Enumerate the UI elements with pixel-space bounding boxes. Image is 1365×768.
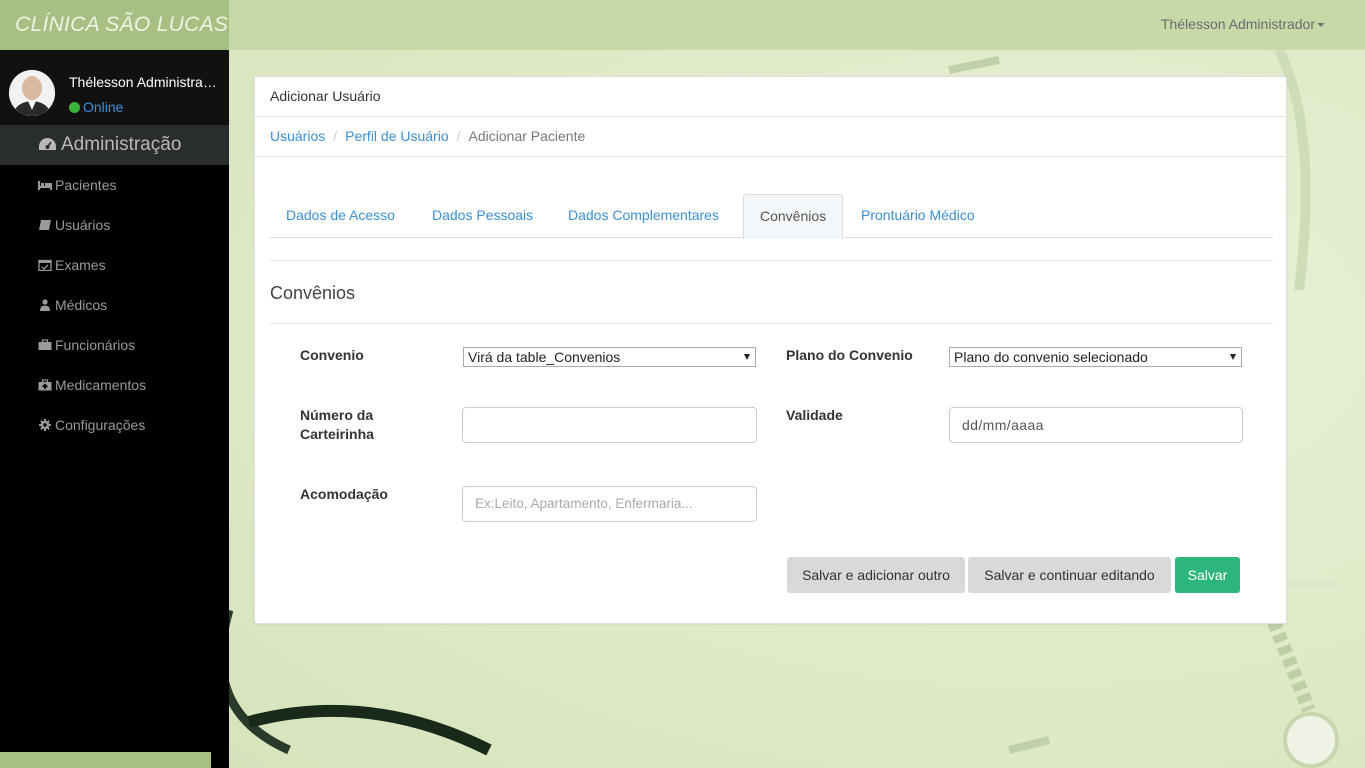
sidebar-item-configuracoes[interactable]: Configurações bbox=[0, 405, 229, 445]
sidebar-item-pacientes[interactable]: Pacientes bbox=[0, 165, 229, 205]
tab-prontuario-medico[interactable]: Prontuário Médico bbox=[845, 194, 991, 238]
sidebar: Thélesson Administrador Online Administr… bbox=[0, 50, 229, 768]
sidebar-item-funcionarios[interactable]: Funcionários bbox=[0, 325, 229, 365]
breadcrumb: Usuários / Perfil de Usuário / Adicionar Pac… bbox=[255, 117, 1286, 157]
sidebar-item-usuarios[interactable]: Usuários bbox=[0, 205, 229, 245]
save-button[interactable]: Salvar bbox=[1175, 557, 1240, 593]
select-arrow-icon bbox=[1230, 354, 1236, 360]
profile-name: Thélesson Administrador bbox=[69, 74, 219, 90]
sidebar-section-label: Administração bbox=[61, 134, 182, 155]
acomodacao-label: Acomodação bbox=[300, 486, 388, 502]
sidebar-item-label: Exames bbox=[55, 257, 106, 273]
sidebar-section-administracao[interactable]: Administração bbox=[0, 125, 229, 165]
sidebar-item-label: Medicamentos bbox=[55, 377, 147, 393]
user-menu-dropdown[interactable]: Thélesson Administrador bbox=[1161, 16, 1325, 32]
save-and-add-button[interactable]: Salvar e adicionar outro bbox=[787, 557, 965, 593]
plano-convenio-select[interactable]: Plano do convenio selecionado bbox=[949, 347, 1242, 367]
breadcrumb-separator: / bbox=[333, 128, 338, 144]
status-dot-icon bbox=[69, 102, 80, 113]
add-user-card: Adicionar Usuário Usuários / Perfil de Usu… bbox=[254, 76, 1287, 624]
breadcrumb-separator: / bbox=[456, 128, 461, 144]
gear-icon bbox=[39, 419, 51, 431]
breadcrumb-usuarios[interactable]: Usuários bbox=[270, 128, 325, 144]
save-and-continue-button[interactable]: Salvar e continuar editando bbox=[968, 557, 1171, 593]
breadcrumb-current: Adicionar Paciente bbox=[468, 128, 586, 144]
convenio-select-value: Virá da table_Convenios bbox=[468, 349, 621, 365]
user-profile-panel: Thélesson Administrador Online bbox=[0, 50, 229, 125]
divider bbox=[270, 323, 1273, 324]
medkit-icon bbox=[38, 379, 52, 391]
numero-carteirinha-input[interactable] bbox=[462, 407, 757, 443]
avatar bbox=[9, 70, 55, 116]
caret-down-icon bbox=[1317, 23, 1325, 28]
tab-dados-pessoais[interactable]: Dados Pessoais bbox=[416, 194, 549, 238]
bed-icon bbox=[38, 181, 52, 190]
convenio-select[interactable]: Virá da table_Convenios bbox=[463, 347, 756, 367]
brand-logo[interactable]: CLÍNICA SÃO LUCAS bbox=[0, 0, 229, 50]
sidebar-nav: Pacientes Usuários Exames Médicos Funcio… bbox=[0, 165, 229, 445]
section-title: Convênios bbox=[270, 283, 356, 303]
card-title: Adicionar Usuário bbox=[255, 77, 1286, 117]
numero-carteirinha-label: Número da Carteirinha bbox=[300, 406, 374, 444]
form-tabs: Dados de Acesso Dados Pessoais Dados Com… bbox=[270, 194, 1273, 239]
sidebar-item-label: Usuários bbox=[55, 217, 111, 233]
sidebar-item-medicos[interactable]: Médicos bbox=[0, 285, 229, 325]
top-navbar: Thélesson Administrador bbox=[229, 0, 1365, 50]
user-md-icon bbox=[40, 299, 50, 311]
validade-label: Validade bbox=[786, 407, 843, 423]
numero-label-line1: Número da bbox=[300, 407, 374, 423]
divider bbox=[270, 260, 1273, 261]
tab-dados-complementares[interactable]: Dados Complementares bbox=[552, 194, 735, 238]
plano-convenio-label: Plano do Convenio bbox=[786, 347, 913, 363]
dashboard-icon bbox=[39, 138, 56, 150]
status-label: Online bbox=[83, 99, 124, 115]
breadcrumb-perfil-usuario[interactable]: Perfil de Usuário bbox=[345, 128, 449, 144]
sidebar-item-label: Configurações bbox=[55, 417, 146, 433]
sidebar-item-label: Funcionários bbox=[55, 337, 136, 353]
numero-label-line2: Carteirinha bbox=[300, 426, 374, 442]
online-status: Online bbox=[69, 99, 123, 115]
tab-dados-acesso[interactable]: Dados de Acesso bbox=[270, 194, 411, 238]
convenio-label: Convenio bbox=[300, 347, 364, 363]
book-icon bbox=[39, 220, 51, 230]
sidebar-item-label: Pacientes bbox=[55, 177, 117, 193]
sidebar-item-exames[interactable]: Exames bbox=[0, 245, 229, 285]
calendar-check-icon bbox=[38, 259, 52, 271]
sidebar-item-label: Médicos bbox=[55, 297, 108, 313]
user-menu-label: Thélesson Administrador bbox=[1160, 16, 1315, 32]
tab-convenios[interactable]: Convênios bbox=[743, 194, 844, 239]
validade-date-input[interactable]: dd/mm/aaaa bbox=[949, 407, 1243, 443]
plano-select-value: Plano do convenio selecionado bbox=[954, 349, 1148, 365]
acomodacao-input[interactable]: Ex:Leito, Apartamento, Enfermaria... bbox=[462, 486, 757, 522]
select-arrow-icon bbox=[744, 354, 750, 360]
sidebar-item-medicamentos[interactable]: Medicamentos bbox=[0, 365, 229, 405]
sidebar-footer bbox=[0, 752, 211, 768]
briefcase-icon bbox=[38, 339, 52, 350]
